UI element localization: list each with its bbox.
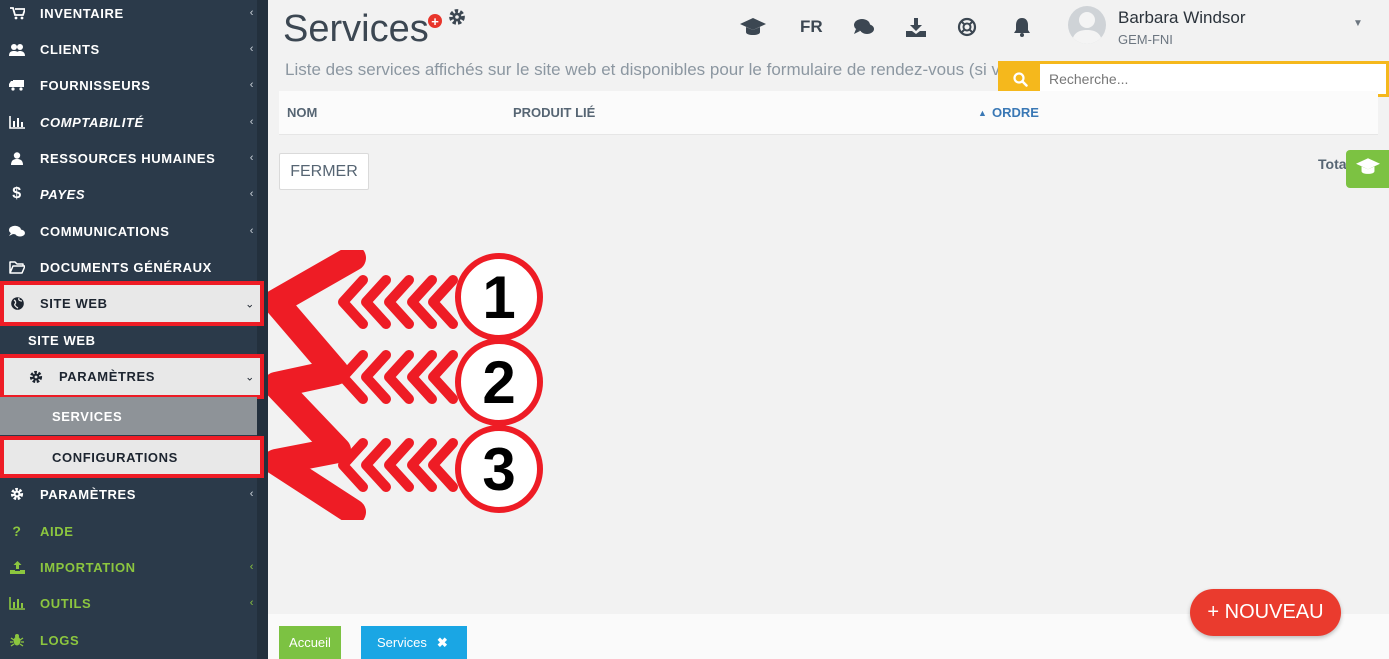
download-icon[interactable]	[906, 15, 926, 39]
chevron-left-icon: ‹	[249, 79, 254, 91]
sidebar-subitem-services[interactable]: SERVICES	[0, 397, 257, 435]
sidebar-scrollbar[interactable]	[257, 0, 268, 659]
tab-label: Services	[377, 635, 427, 650]
chevron-down-icon: ⌄	[245, 371, 255, 383]
life-ring-icon[interactable]	[957, 15, 977, 39]
sidebar-item-label: DOCUMENTS GÉNÉRAUX	[40, 259, 212, 275]
annotation-number-3: 3	[455, 425, 543, 513]
tab-accueil[interactable]: Accueil	[279, 626, 341, 659]
cart-icon	[9, 6, 25, 20]
chevron-left-icon: ‹	[249, 561, 254, 573]
sidebar-item-label: FOURNISSEURS	[40, 77, 151, 93]
chevron-left-icon: ‹	[249, 225, 254, 237]
chevron-left-icon: ‹	[249, 152, 254, 164]
total-label: Tota	[1318, 156, 1347, 172]
column-header-nom[interactable]: NOM	[287, 105, 317, 120]
bar-chart-icon	[9, 115, 25, 129]
sidebar-item-documents-generaux[interactable]: DOCUMENTS GÉNÉRAUX	[0, 249, 257, 285]
sidebar-item-communications[interactable]: COMMUNICATIONS ‹	[0, 213, 257, 249]
folder-open-icon	[9, 260, 25, 274]
gear-icon	[9, 487, 25, 501]
sidebar-item-label: CLIENTS	[40, 41, 100, 57]
dollar-icon: $	[12, 185, 22, 202]
chevron-left-icon: ‹	[249, 488, 254, 500]
sidebar-item-label: SITE WEB	[40, 296, 108, 311]
sort-ascending-icon: ▲	[978, 108, 987, 118]
sidebar-item-parametres[interactable]: PARAMÈTRES ‹	[0, 476, 257, 512]
sidebar-item-label: PARAMÈTRES	[40, 486, 137, 502]
page-subtitle: Liste des services affichés sur le site …	[285, 60, 1000, 79]
sidebar-item-label: OUTILS	[40, 595, 92, 611]
column-header-produit-lie[interactable]: PRODUIT LIÉ	[513, 105, 595, 120]
sidebar-item-fournisseurs[interactable]: FOURNISSEURS ‹	[0, 67, 257, 103]
sidebar-item-importation[interactable]: IMPORTATION ‹	[0, 549, 257, 585]
sidebar-item-aide[interactable]: ? AIDE	[0, 513, 257, 549]
sidebar-subitem-configurations[interactable]: CONFIGURATIONS	[0, 436, 264, 478]
close-button[interactable]: FERMER	[279, 153, 369, 190]
user-organization: GEM-FNI	[1118, 32, 1173, 47]
annotation-number-1: 1	[455, 253, 543, 341]
chevron-left-icon: ‹	[249, 7, 254, 19]
chevron-left-icon: ‹	[249, 597, 254, 609]
sidebar-item-ressources-humaines[interactable]: RESSOURCES HUMAINES ‹	[0, 140, 257, 176]
search-input[interactable]	[1040, 64, 1386, 94]
globe-icon	[9, 297, 25, 310]
question-icon: ?	[12, 523, 22, 539]
sidebar-item-payes[interactable]: $ PAYES ‹	[0, 176, 257, 212]
sidebar-item-label: SERVICES	[52, 408, 123, 424]
help-tab-button[interactable]	[1346, 150, 1389, 188]
gear-icon	[28, 370, 44, 384]
chevron-left-icon: ‹	[249, 188, 254, 200]
sidebar-item-inventaire[interactable]: INVENTAIRE ‹	[0, 0, 257, 31]
user-icon	[9, 151, 25, 165]
sidebar-item-label: COMPTABILITÉ	[40, 114, 144, 130]
sidebar-item-site-web[interactable]: SITE WEB ⌄	[0, 281, 264, 326]
sidebar-item-label: INVENTAIRE	[40, 5, 124, 21]
chevron-left-icon: ‹	[249, 43, 254, 55]
sidebar-item-label: PARAMÈTRES	[59, 369, 156, 384]
truck-icon	[9, 79, 25, 91]
search-icon[interactable]	[1001, 64, 1040, 94]
caret-down-icon[interactable]: ▼	[1353, 18, 1363, 29]
sidebar: INVENTAIRE ‹ CLIENTS ‹ FOURNISSEURS ‹ CO…	[0, 0, 268, 659]
column-header-ordre[interactable]: ORDRE	[992, 105, 1039, 120]
add-service-icon[interactable]: +	[428, 14, 442, 28]
sidebar-item-label: SITE WEB	[28, 332, 96, 348]
close-tab-icon[interactable]: ✖	[437, 635, 448, 651]
annotation-number-2: 2	[455, 338, 543, 426]
sidebar-subitem-site-web[interactable]: SITE WEB	[0, 322, 257, 358]
tab-services[interactable]: Services ✖	[361, 626, 467, 659]
sidebar-item-label: COMMUNICATIONS	[40, 223, 170, 239]
table-header: NOM PRODUIT LIÉ ▲ ORDRE	[279, 91, 1378, 135]
upload-icon	[9, 560, 25, 574]
comments-icon[interactable]	[853, 15, 875, 39]
sidebar-item-outils[interactable]: OUTILS ‹	[0, 585, 257, 621]
chevron-left-icon: ‹	[249, 116, 254, 128]
graduation-cap-icon	[1355, 157, 1380, 181]
sidebar-item-comptabilite[interactable]: COMPTABILITÉ ‹	[0, 104, 257, 140]
sidebar-item-clients[interactable]: CLIENTS ‹	[0, 31, 257, 67]
sidebar-item-label: CONFIGURATIONS	[52, 449, 178, 465]
bar-chart-icon	[9, 596, 25, 610]
page-title: Services	[283, 8, 429, 50]
sidebar-item-label: AIDE	[40, 523, 74, 539]
sidebar-item-label: IMPORTATION	[40, 559, 136, 575]
bug-icon	[9, 633, 25, 647]
chevron-down-icon: ⌄	[245, 298, 255, 310]
sidebar-subitem-parametres[interactable]: PARAMÈTRES ⌄	[0, 354, 264, 399]
bell-icon[interactable]	[1013, 15, 1031, 39]
avatar[interactable]	[1068, 6, 1106, 44]
sidebar-item-label: LOGS	[40, 632, 80, 648]
users-icon	[9, 43, 25, 56]
graduation-cap-icon[interactable]	[740, 15, 766, 39]
user-name[interactable]: Barbara Windsor	[1118, 8, 1246, 28]
new-button[interactable]: + NOUVEAU	[1190, 589, 1341, 636]
comments-icon	[9, 225, 25, 238]
sidebar-item-logs[interactable]: LOGS	[0, 622, 257, 658]
annotation-overlay: 1 2 3	[268, 250, 558, 520]
language-selector[interactable]: FR	[800, 17, 823, 37]
settings-gear-icon[interactable]	[448, 8, 466, 32]
sidebar-item-label: RESSOURCES HUMAINES	[40, 150, 216, 166]
sidebar-item-label: PAYES	[40, 186, 86, 202]
